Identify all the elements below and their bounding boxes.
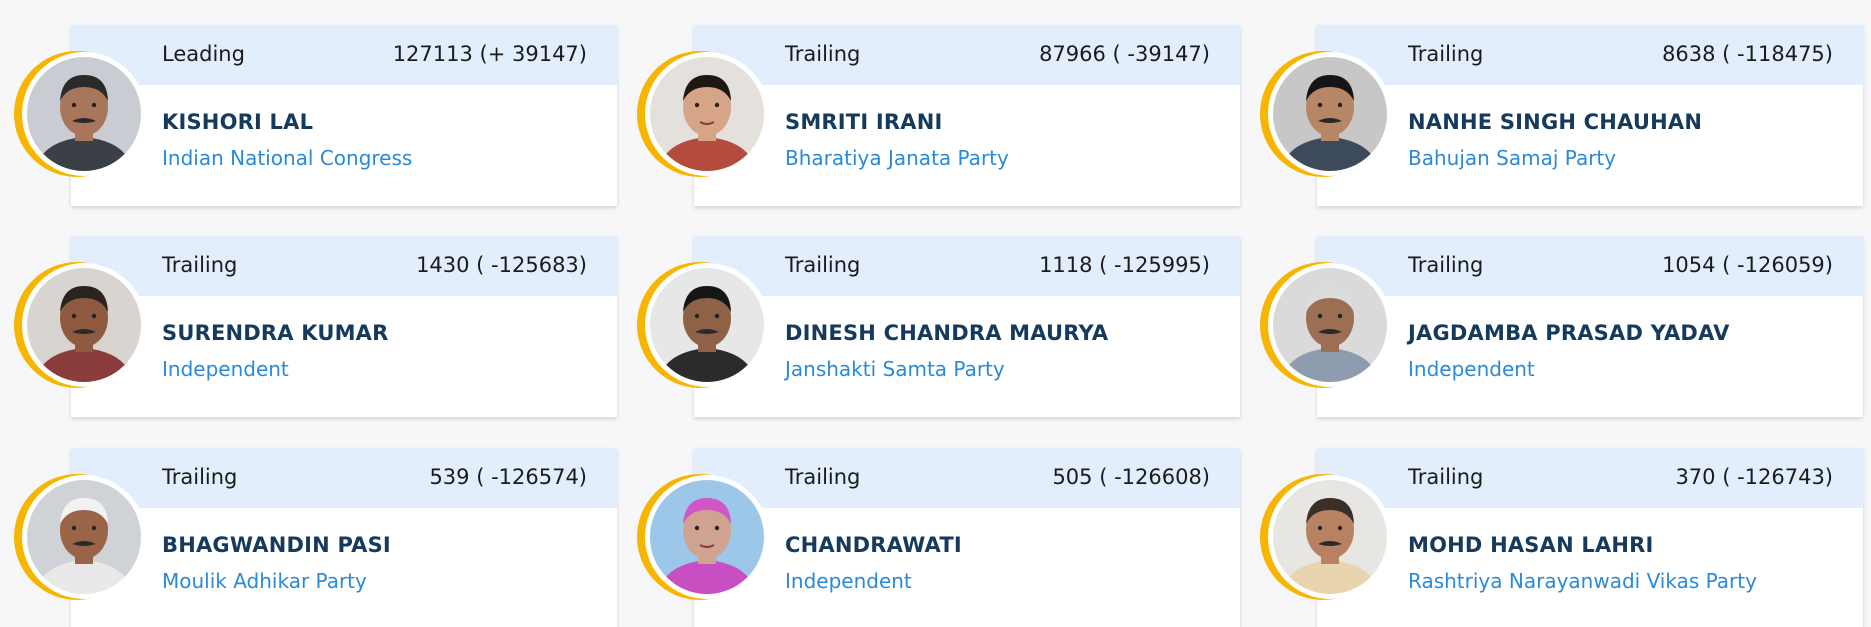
status-label: Trailing	[162, 465, 238, 489]
candidate-avatar	[637, 51, 769, 177]
candidate-photo	[1273, 57, 1387, 171]
candidate-card[interactable]: Trailing 87966 ( -39147) SMRITI IRANI Bh…	[694, 25, 1240, 206]
party-name[interactable]: Bharatiya Janata Party	[785, 146, 1009, 170]
party-name[interactable]: Moulik Adhikar Party	[162, 569, 367, 593]
vote-count: 1054 ( -126059)	[1662, 253, 1833, 277]
vote-count: 87966 ( -39147)	[1039, 42, 1210, 66]
candidate-name[interactable]: SMRITI IRANI	[785, 110, 942, 134]
candidate-card[interactable]: Leading 127113 (+ 39147) KISHORI LAL Ind…	[71, 25, 617, 206]
candidate-name[interactable]: DINESH CHANDRA MAURYA	[785, 321, 1108, 345]
candidate-card[interactable]: Trailing 505 ( -126608) CHANDRAWATI Inde…	[694, 448, 1240, 627]
candidate-card[interactable]: Trailing 370 ( -126743) MOHD HASAN LAHRI…	[1317, 448, 1863, 627]
candidate-card[interactable]: Trailing 1118 ( -125995) DINESH CHANDRA …	[694, 236, 1240, 417]
candidate-name[interactable]: BHAGWANDIN PASI	[162, 533, 391, 557]
party-name[interactable]: Independent	[785, 569, 912, 593]
candidate-name[interactable]: SURENDRA KUMAR	[162, 321, 389, 345]
status-label: Trailing	[785, 465, 861, 489]
vote-count: 8638 ( -118475)	[1662, 42, 1833, 66]
candidate-name[interactable]: NANHE SINGH CHAUHAN	[1408, 110, 1702, 134]
candidate-avatar	[637, 262, 769, 388]
candidate-card[interactable]: Trailing 1430 ( -125683) SURENDRA KUMAR …	[71, 236, 617, 417]
candidate-card[interactable]: Trailing 1054 ( -126059) JAGDAMBA PRASAD…	[1317, 236, 1863, 417]
candidate-photo	[650, 57, 764, 171]
candidate-avatar	[1260, 474, 1392, 600]
candidate-name[interactable]: MOHD HASAN LAHRI	[1408, 533, 1654, 557]
candidate-card[interactable]: Trailing 8638 ( -118475) NANHE SINGH CHA…	[1317, 25, 1863, 206]
status-label: Trailing	[162, 253, 238, 277]
candidate-photo	[1273, 480, 1387, 594]
candidate-name[interactable]: JAGDAMBA PRASAD YADAV	[1408, 321, 1730, 345]
party-name[interactable]: Independent	[1408, 357, 1535, 381]
candidate-avatar	[14, 262, 146, 388]
status-label: Trailing	[1408, 465, 1484, 489]
vote-count: 1430 ( -125683)	[416, 253, 587, 277]
party-name[interactable]: Bahujan Samaj Party	[1408, 146, 1616, 170]
party-name[interactable]: Independent	[162, 357, 289, 381]
status-label: Leading	[162, 42, 245, 66]
candidate-photo	[650, 480, 764, 594]
candidate-avatar	[1260, 51, 1392, 177]
candidate-photo	[650, 268, 764, 382]
candidate-photo	[27, 57, 141, 171]
candidate-avatar	[14, 474, 146, 600]
vote-count: 127113 (+ 39147)	[392, 42, 587, 66]
party-name[interactable]: Rashtriya Narayanwadi Vikas Party	[1408, 569, 1757, 593]
vote-count: 1118 ( -125995)	[1039, 253, 1210, 277]
status-label: Trailing	[785, 42, 861, 66]
candidate-name[interactable]: CHANDRAWATI	[785, 533, 962, 557]
candidate-avatar	[14, 51, 146, 177]
candidate-photo	[27, 480, 141, 594]
candidate-photo	[1273, 268, 1387, 382]
candidate-photo	[27, 268, 141, 382]
vote-count: 505 ( -126608)	[1052, 465, 1210, 489]
candidate-card[interactable]: Trailing 539 ( -126574) BHAGWANDIN PASI …	[71, 448, 617, 627]
party-name[interactable]: Indian National Congress	[162, 146, 412, 170]
vote-count: 539 ( -126574)	[429, 465, 587, 489]
status-label: Trailing	[785, 253, 861, 277]
candidate-grid: Leading 127113 (+ 39147) KISHORI LAL Ind…	[0, 0, 1871, 627]
vote-count: 370 ( -126743)	[1675, 465, 1833, 489]
candidate-name[interactable]: KISHORI LAL	[162, 110, 313, 134]
status-label: Trailing	[1408, 253, 1484, 277]
status-label: Trailing	[1408, 42, 1484, 66]
candidate-avatar	[637, 474, 769, 600]
party-name[interactable]: Janshakti Samta Party	[785, 357, 1005, 381]
candidate-avatar	[1260, 262, 1392, 388]
